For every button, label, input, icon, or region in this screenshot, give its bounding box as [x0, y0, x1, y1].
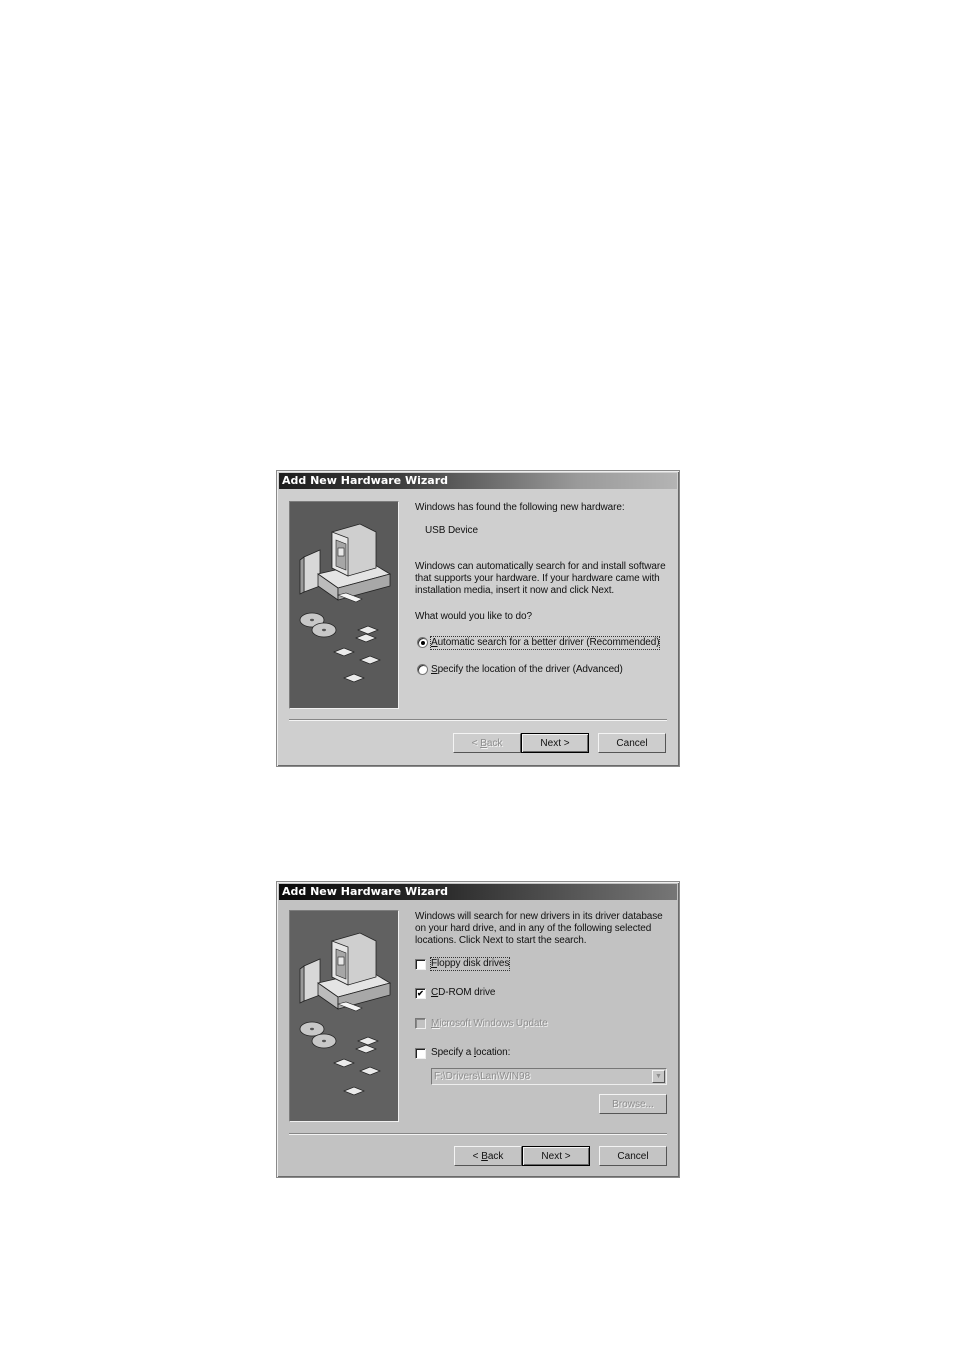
description-line-3: installation media, insert it now and cl…	[415, 585, 615, 596]
label-text: utomatic search for a better driver (Rec…	[437, 637, 660, 648]
next-button[interactable]: Next >	[522, 1146, 590, 1166]
mnemonic: B	[481, 1151, 488, 1162]
back-button[interactable]: < Back	[453, 733, 521, 753]
back-button[interactable]: < Back	[454, 1146, 522, 1166]
wizard-dialog-select-action: Add New Hardware Wizard Windows has foun…	[276, 470, 680, 767]
title-bar[interactable]: Add New Hardware Wizard	[279, 884, 677, 900]
question-label: What would you like to do?	[415, 611, 532, 622]
separator	[289, 1133, 667, 1135]
checkmark-icon: ✔	[417, 989, 424, 998]
label-text: icrosoft Windows Update	[439, 1018, 548, 1029]
checkbox-cdrom-drive[interactable]: ✔	[415, 988, 426, 999]
cdrom-drive-label[interactable]: CD-ROM drive	[431, 987, 495, 999]
option-automatic-search-label[interactable]: Automatic search for a better driver (Re…	[429, 636, 661, 650]
option-specify-location-label[interactable]: Specify the location of the driver (Adva…	[431, 664, 623, 676]
browse-button[interactable]: Browse...	[599, 1094, 667, 1114]
checkbox-floppy-drives[interactable]	[415, 959, 426, 970]
description-line-3: locations. Click Next to start the searc…	[415, 935, 587, 946]
back-rest: ack	[487, 1151, 504, 1162]
cancel-button[interactable]: Cancel	[599, 1146, 667, 1166]
found-hardware-label: Windows has found the following new hard…	[415, 502, 625, 513]
device-name: USB Device	[425, 525, 478, 536]
checkbox-specify-location[interactable]	[415, 1048, 426, 1059]
checkbox-windows-update[interactable]	[415, 1018, 426, 1029]
windows-update-label: Microsoft Windows Update	[431, 1018, 548, 1030]
label-text: pecify the location of the driver (Advan…	[437, 664, 623, 675]
description-line-2: on your hard drive, and in any of the fo…	[415, 923, 652, 934]
specify-location-label[interactable]: Specify a location:	[431, 1047, 510, 1059]
floppy-drives-label[interactable]: Floppy disk drives	[429, 957, 511, 971]
location-combobox[interactable]: F:\Drivers\Lan\WIN98 ▼	[431, 1068, 667, 1085]
radio-selected-dot	[420, 640, 425, 645]
back-prefix: <	[471, 738, 481, 749]
mnemonic: B	[480, 738, 487, 749]
computer-and-disks-icon	[299, 523, 392, 683]
mnemonic: A	[431, 637, 438, 648]
label-text: ocation:	[476, 1047, 511, 1058]
label-prefix: Specify a	[431, 1047, 474, 1058]
back-rest: ack	[486, 738, 503, 749]
description-line-1: Windows will search for new drivers in i…	[415, 911, 663, 922]
wizard-illustration	[289, 910, 399, 1122]
description-line-2: that supports your hardware. If your har…	[415, 573, 660, 584]
cancel-button[interactable]: Cancel	[598, 733, 666, 753]
label-text: loppy disk drives	[437, 958, 510, 969]
mnemonic: M	[431, 1018, 440, 1029]
back-prefix: <	[472, 1151, 482, 1162]
title-bar[interactable]: Add New Hardware Wizard	[279, 473, 677, 489]
computer-and-disks-icon	[299, 932, 392, 1096]
description-line-1: Windows can automatically search for and…	[415, 561, 666, 572]
mnemonic: S	[431, 664, 438, 675]
wizard-dialog-search-locations: Add New Hardware Wizard Windows will sea…	[276, 881, 680, 1178]
label-text: D-ROM drive	[438, 987, 496, 998]
next-button[interactable]: Next >	[521, 733, 589, 753]
radio-automatic-search[interactable]	[417, 637, 428, 648]
dropdown-arrow-icon[interactable]: ▼	[652, 1070, 665, 1083]
window-title: Add New Hardware Wizard	[282, 474, 449, 487]
location-value: F:\Drivers\Lan\WIN98	[434, 1071, 531, 1082]
window-title: Add New Hardware Wizard	[282, 885, 449, 898]
separator	[289, 719, 667, 721]
radio-specify-location[interactable]	[417, 664, 428, 675]
wizard-illustration	[289, 501, 399, 709]
